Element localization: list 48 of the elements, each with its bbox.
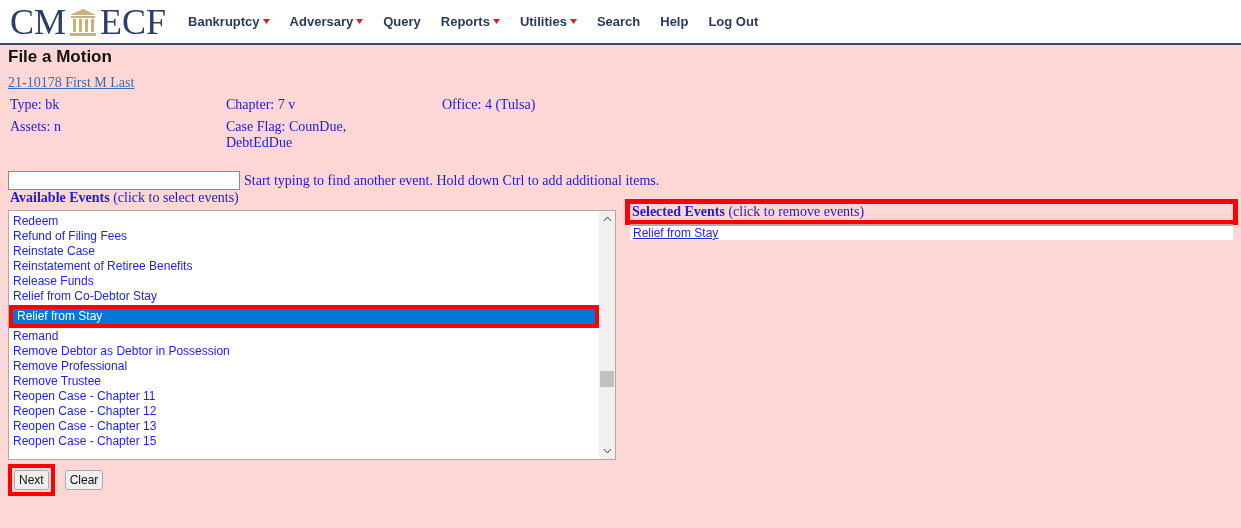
- event-option[interactable]: Relief from Co-Debtor Stay: [9, 289, 599, 304]
- event-option[interactable]: Remove Professional: [9, 359, 599, 374]
- event-option[interactable]: Refund of Filing Fees: [9, 229, 599, 244]
- dropdown-caret-icon: [569, 19, 577, 24]
- event-option[interactable]: Reopen Case - Chapter 15: [9, 434, 599, 449]
- event-option[interactable]: Remove Debtor as Debtor in Possession: [9, 344, 599, 359]
- search-hint: Start typing to find another event. Hold down Ctrl to add additional items.: [244, 172, 660, 189]
- form-button[interactable]: Next: [14, 470, 49, 490]
- scrollbar[interactable]: [599, 211, 615, 459]
- scroll-down-icon: [602, 446, 612, 455]
- event-option[interactable]: Reinstatement of Retiree Benefits: [9, 259, 599, 274]
- menu-item[interactable]: Query: [383, 14, 421, 29]
- case-info: Chapter: 7 v: [226, 97, 297, 113]
- case-info: Type: bk: [10, 97, 61, 113]
- event-search-field[interactable]: [8, 171, 240, 190]
- dropdown-caret-icon: [492, 19, 500, 24]
- case-info: Office: 4 (Tulsa): [442, 97, 537, 113]
- event-option[interactable]: Reinstate Case: [9, 244, 599, 259]
- scroll-thumb[interactable]: [600, 371, 614, 387]
- courthouse-icon: [68, 6, 99, 37]
- event-option[interactable]: Remove Trustee: [9, 374, 599, 389]
- menu-item[interactable]: Reports: [440, 14, 500, 29]
- event-option[interactable]: Redeem: [9, 214, 599, 229]
- event-option[interactable]: Reopen Case - Chapter 12: [9, 404, 599, 419]
- selected-event[interactable]: Relief from Stay: [630, 226, 1233, 240]
- available-events-list[interactable]: [8, 210, 616, 460]
- dropdown-caret-icon: [356, 19, 364, 24]
- page-title: File a Motion: [8, 47, 113, 67]
- menu-item[interactable]: Utilities: [519, 14, 577, 29]
- menu-item[interactable]: Adversary: [289, 14, 364, 29]
- event-option[interactable]: Reopen Case - Chapter 11: [9, 389, 599, 404]
- menu-item[interactable]: Help: [660, 14, 689, 29]
- menu-item[interactable]: Search: [596, 14, 641, 29]
- case-link[interactable]: 21-10178 First M Last: [8, 75, 135, 90]
- logo-text: CM: [10, 0, 67, 43]
- event-option[interactable]: Reopen Case - Chapter 13: [9, 419, 599, 434]
- logo-text: ECF: [100, 0, 167, 43]
- menu-item[interactable]: Bankruptcy: [188, 14, 270, 29]
- available-events-heading: Available Events (click to select events): [9, 189, 240, 207]
- event-option[interactable]: Relief from Stay: [13, 309, 595, 324]
- case-info: Case Flag: CounDue, DebtEdDue: [226, 119, 348, 151]
- dropdown-caret-icon: [262, 19, 270, 24]
- scroll-up-icon: [602, 215, 612, 224]
- event-option[interactable]: Release Funds: [9, 274, 599, 289]
- event-option[interactable]: Remand: [9, 329, 599, 344]
- form-button[interactable]: Clear: [64, 470, 104, 490]
- menu-item[interactable]: Log Out: [708, 14, 759, 29]
- case-info: Assets: n: [10, 119, 62, 136]
